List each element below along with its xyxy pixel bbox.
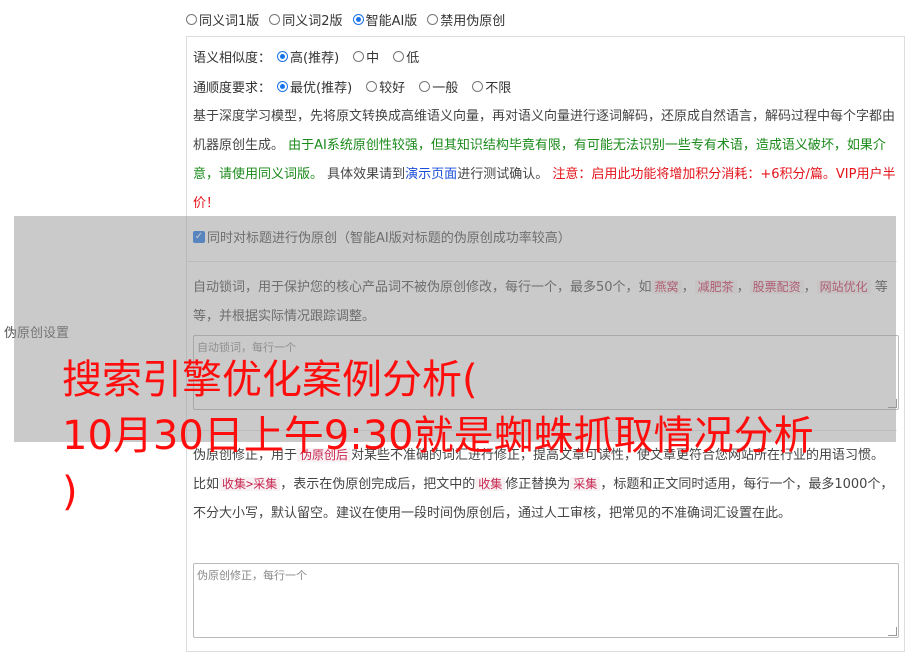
- option-label: 中: [366, 51, 380, 66]
- mode-label: 智能AI版: [365, 14, 418, 29]
- mode-radio-group: 同义词1版 同义词2版 智能AI版 禁用伪原创: [186, 10, 505, 29]
- radio-circle: [277, 51, 289, 62]
- fluency-any-radio[interactable]: 不限: [472, 77, 511, 96]
- option-label: 低: [406, 51, 420, 66]
- similarity-high-radio[interactable]: 高(推荐): [277, 47, 339, 66]
- fluency-row: 通顺度要求： 最优(推荐) 较好 一般 不限: [193, 77, 511, 96]
- overlay-headline: 搜索引擎优化案例分析( 10月30日上午9:30就是蜘蛛抓取情况分析 ): [62, 357, 814, 515]
- radio-circle: [419, 81, 431, 92]
- similarity-low-radio[interactable]: 低: [393, 47, 419, 66]
- mode-disable-radio[interactable]: 禁用伪原创: [427, 10, 505, 29]
- option-label: 一般: [432, 81, 459, 96]
- option-label: 高(推荐): [290, 51, 340, 66]
- radio-circle: [352, 14, 364, 25]
- similarity-row: 语义相似度： 高(推荐) 中 低: [193, 47, 419, 66]
- similarity-label: 语义相似度：: [193, 51, 272, 66]
- radio-circle: [186, 14, 197, 25]
- mode-synonym2-radio[interactable]: 同义词2版: [269, 10, 343, 29]
- corrections-placeholder: 伪原创修正，每行一个: [197, 569, 307, 582]
- mode-synonym1-radio[interactable]: 同义词1版: [186, 10, 259, 29]
- radio-circle: [269, 14, 281, 25]
- similarity-mid-radio[interactable]: 中: [353, 47, 379, 66]
- ai-description: 基于深度学习模型，先将原文转换成高维语义向量，再对语义向量进行逐词解码，还原成自…: [193, 102, 897, 218]
- mode-label: 禁用伪原创: [440, 14, 506, 29]
- fluency-normal-radio[interactable]: 一般: [419, 77, 458, 96]
- option-label: 较好: [379, 81, 406, 96]
- corrections-textarea[interactable]: 伪原创修正，每行一个: [193, 563, 899, 638]
- radio-circle: [277, 81, 289, 92]
- fluency-good-radio[interactable]: 较好: [366, 77, 405, 96]
- radio-circle: [366, 81, 378, 92]
- option-label: 不限: [485, 81, 512, 96]
- radio-circle: [353, 51, 365, 62]
- fluency-label: 通顺度要求：: [193, 81, 272, 96]
- mode-label: 同义词1版: [199, 14, 260, 29]
- mode-label: 同义词2版: [282, 14, 343, 29]
- option-label: 最优(推荐): [290, 81, 353, 96]
- radio-circle: [393, 51, 405, 62]
- description-text: 具体效果请到: [327, 167, 406, 182]
- description-text: 进行测试确认。: [457, 167, 549, 182]
- radio-circle: [427, 14, 439, 25]
- mode-ai-radio[interactable]: 智能AI版: [352, 10, 418, 29]
- radio-circle: [472, 81, 484, 92]
- demo-page-link[interactable]: 演示页面: [405, 167, 457, 182]
- fluency-best-radio[interactable]: 最优(推荐): [277, 77, 352, 96]
- resize-grip-icon[interactable]: [888, 627, 897, 636]
